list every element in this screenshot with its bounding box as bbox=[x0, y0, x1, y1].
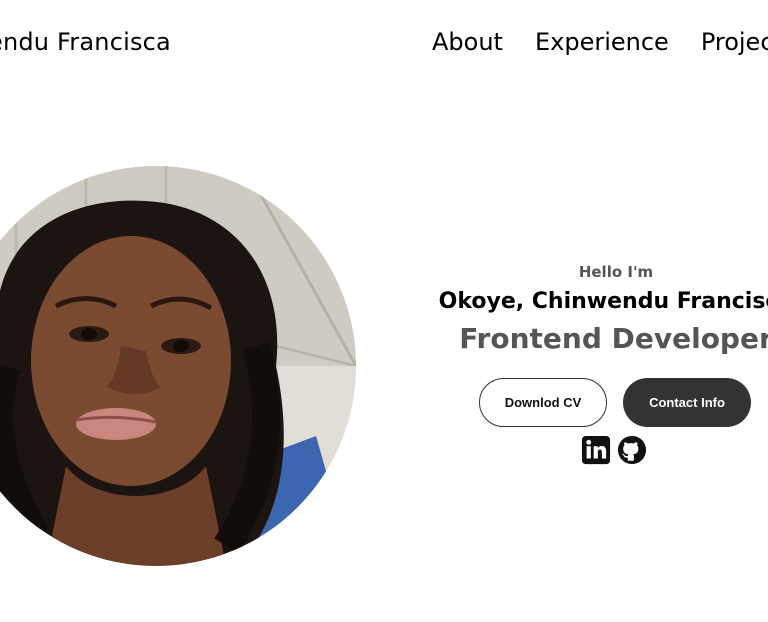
profile-photo bbox=[0, 166, 356, 566]
linkedin-icon[interactable] bbox=[581, 435, 611, 465]
portfolio-page: endu Francisca About Experience Projec H… bbox=[0, 0, 768, 622]
social-links bbox=[581, 435, 647, 465]
nav-link-projects[interactable]: Projec bbox=[701, 28, 768, 56]
contact-info-button[interactable]: Contact Info bbox=[623, 378, 751, 427]
site-logo[interactable]: endu Francisca bbox=[0, 28, 171, 56]
profile-name: Okoye, Chinwendu Francisca bbox=[438, 289, 768, 314]
download-cv-button[interactable]: Downlod CV bbox=[479, 378, 607, 427]
nav-link-experience[interactable]: Experience bbox=[535, 28, 669, 56]
hero-section: Hello I'm Okoye, Chinwendu Francisca Fro… bbox=[420, 262, 768, 356]
nav-link-about[interactable]: About bbox=[432, 28, 503, 56]
github-icon[interactable] bbox=[617, 435, 647, 465]
profile-title: Frontend Developer bbox=[459, 322, 768, 355]
main-nav: About Experience Projec bbox=[432, 28, 768, 56]
hero-buttons: Downlod CV Contact Info bbox=[479, 378, 751, 427]
greeting-text: Hello I'm bbox=[578, 263, 654, 281]
